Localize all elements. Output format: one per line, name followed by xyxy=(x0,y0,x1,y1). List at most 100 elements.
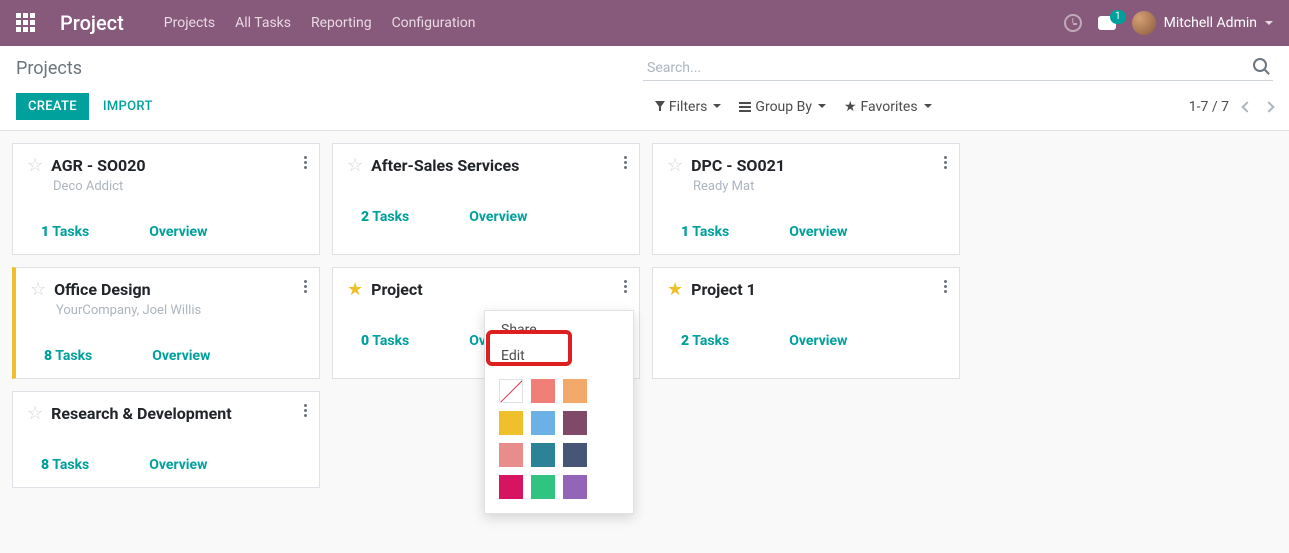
color-swatch[interactable] xyxy=(531,379,555,403)
create-button[interactable]: CREATE xyxy=(16,93,89,120)
groupby-dropdown[interactable]: Group By xyxy=(739,99,826,115)
card-foot: 8 Tasks Overview xyxy=(13,427,319,487)
card-foot: 2 Tasks Overview xyxy=(653,303,959,363)
card-title: DPC - SO021 xyxy=(691,156,785,175)
card-title: Project 1 xyxy=(691,280,756,299)
card-title: After-Sales Services xyxy=(371,156,519,175)
pager: 1-7 / 7 xyxy=(1189,99,1273,115)
card-tasks-link[interactable]: 8 Tasks xyxy=(44,348,92,364)
pager-prev-button[interactable] xyxy=(1241,101,1252,112)
color-swatch[interactable] xyxy=(531,475,555,499)
list-icon xyxy=(739,102,751,112)
chevron-down-icon xyxy=(924,104,932,112)
card-menu-button[interactable] xyxy=(304,280,307,293)
color-swatch[interactable] xyxy=(499,379,523,403)
favorite-star-icon[interactable]: ☆ xyxy=(27,405,43,423)
card-tasks-link[interactable]: 2 Tasks xyxy=(361,209,409,225)
color-swatch[interactable] xyxy=(531,443,555,467)
card-menu-button[interactable] xyxy=(304,404,307,417)
card-tasks-link[interactable]: 1 Tasks xyxy=(41,224,89,240)
color-swatch[interactable] xyxy=(563,411,587,435)
topbar: Project Projects All Tasks Reporting Con… xyxy=(0,0,1289,46)
color-swatch[interactable] xyxy=(563,475,587,499)
card-title: Office Design xyxy=(54,280,150,299)
favorite-star-icon[interactable]: ☆ xyxy=(347,157,363,175)
project-card[interactable]: ☆AGR - SO020Deco Addict1 TasksOverview xyxy=(12,143,320,255)
card-head: ★ Project 1 xyxy=(653,268,959,303)
filters-dropdown[interactable]: Filters xyxy=(655,99,722,115)
user-name: Mitchell Admin xyxy=(1164,15,1257,31)
color-swatch[interactable] xyxy=(563,379,587,403)
chevron-down-icon xyxy=(818,104,826,112)
color-swatch[interactable] xyxy=(499,443,523,467)
project-card[interactable]: ☆Office DesignYourCompany, Joel Willis8 … xyxy=(12,267,320,379)
card-dropdown-menu: Share Edit xyxy=(484,310,634,514)
dropdown-edit[interactable]: Edit xyxy=(485,343,633,369)
card-overview-link[interactable]: Overview xyxy=(469,209,527,225)
card-head: ☆ AGR - SO020 xyxy=(13,144,319,179)
card-menu-button[interactable] xyxy=(624,280,627,293)
favorite-star-icon[interactable]: ★ xyxy=(667,281,683,299)
favorites-dropdown[interactable]: ★ Favorites xyxy=(844,99,932,115)
card-foot: 2 Tasks Overview xyxy=(333,179,639,239)
search-icon[interactable] xyxy=(1253,58,1269,74)
favorites-label: Favorites xyxy=(861,99,918,115)
clock-icon[interactable] xyxy=(1064,14,1082,32)
card-overview-link[interactable]: Overview xyxy=(149,224,207,240)
user-menu[interactable]: Mitchell Admin xyxy=(1132,11,1273,35)
color-swatch[interactable] xyxy=(563,443,587,467)
project-card[interactable]: ☆ Research & Development 8 Tasks Overview xyxy=(12,391,320,488)
color-swatch[interactable] xyxy=(531,411,555,435)
color-swatch[interactable] xyxy=(499,475,523,499)
card-tasks-link[interactable]: 1 Tasks xyxy=(681,224,729,240)
chat-button[interactable]: 1 xyxy=(1098,16,1116,30)
kanban-board: ☆AGR - SO020Deco Addict1 TasksOverview☆A… xyxy=(0,131,1289,500)
card-head: ☆ DPC - SO021 xyxy=(653,144,959,179)
favorite-star-icon[interactable]: ☆ xyxy=(27,157,43,175)
search-container xyxy=(643,56,1273,81)
nav-projects[interactable]: Projects xyxy=(164,15,215,31)
card-subtitle: Ready Mat xyxy=(653,179,959,194)
main-nav: Projects All Tasks Reporting Configurati… xyxy=(164,15,476,31)
page-title: Projects xyxy=(16,58,82,79)
import-button[interactable]: IMPORT xyxy=(103,99,153,114)
card-title: Project xyxy=(371,280,423,299)
nav-reporting[interactable]: Reporting xyxy=(311,15,372,31)
project-card[interactable]: ☆ After-Sales Services 2 Tasks Overview xyxy=(332,143,640,255)
color-swatch[interactable] xyxy=(499,411,523,435)
card-tasks-link[interactable]: 0 Tasks xyxy=(361,333,409,349)
star-icon: ★ xyxy=(844,100,857,114)
card-menu-button[interactable] xyxy=(944,156,947,169)
card-menu-button[interactable] xyxy=(304,156,307,169)
apps-launcher-icon[interactable] xyxy=(16,13,36,33)
pager-next-button[interactable] xyxy=(1263,101,1274,112)
control-row-2: CREATE IMPORT Filters Group By ★ Favorit… xyxy=(16,81,1273,130)
card-overview-link[interactable]: Overview xyxy=(152,348,210,364)
favorite-star-icon[interactable]: ☆ xyxy=(667,157,683,175)
card-tasks-link[interactable]: 8 Tasks xyxy=(41,457,89,473)
search-input[interactable] xyxy=(643,56,1273,81)
card-head: ☆ Research & Development xyxy=(13,392,319,427)
pager-text: 1-7 / 7 xyxy=(1189,99,1229,115)
project-card[interactable]: ★ Project 1 2 Tasks Overview xyxy=(652,267,960,379)
nav-configuration[interactable]: Configuration xyxy=(392,15,476,31)
card-tasks-link[interactable]: 2 Tasks xyxy=(681,333,729,349)
card-title: AGR - SO020 xyxy=(51,156,145,175)
card-overview-link[interactable]: Overview xyxy=(789,224,847,240)
favorite-star-icon[interactable]: ★ xyxy=(347,281,363,299)
card-overview-link[interactable]: Overview xyxy=(789,333,847,349)
control-panel: Projects CREATE IMPORT Filters Group By … xyxy=(0,46,1289,131)
project-card[interactable]: ☆ DPC - SO021 Ready Mat 1 Tasks Overview xyxy=(652,143,960,255)
card-menu-button[interactable] xyxy=(624,156,627,169)
nav-all-tasks[interactable]: All Tasks xyxy=(235,15,291,31)
card-menu-button[interactable] xyxy=(944,280,947,293)
card-overview-link[interactable]: Overview xyxy=(149,457,207,473)
filter-bar: Filters Group By ★ Favorites xyxy=(410,99,932,115)
control-row-1: Projects xyxy=(16,56,1273,81)
favorite-star-icon[interactable]: ☆ xyxy=(30,281,46,299)
card-foot: 8 Tasks Overview xyxy=(16,318,319,378)
card-title: Research & Development xyxy=(51,404,232,423)
funnel-icon xyxy=(655,101,665,113)
filters-label: Filters xyxy=(669,99,708,115)
dropdown-share[interactable]: Share xyxy=(485,317,633,343)
